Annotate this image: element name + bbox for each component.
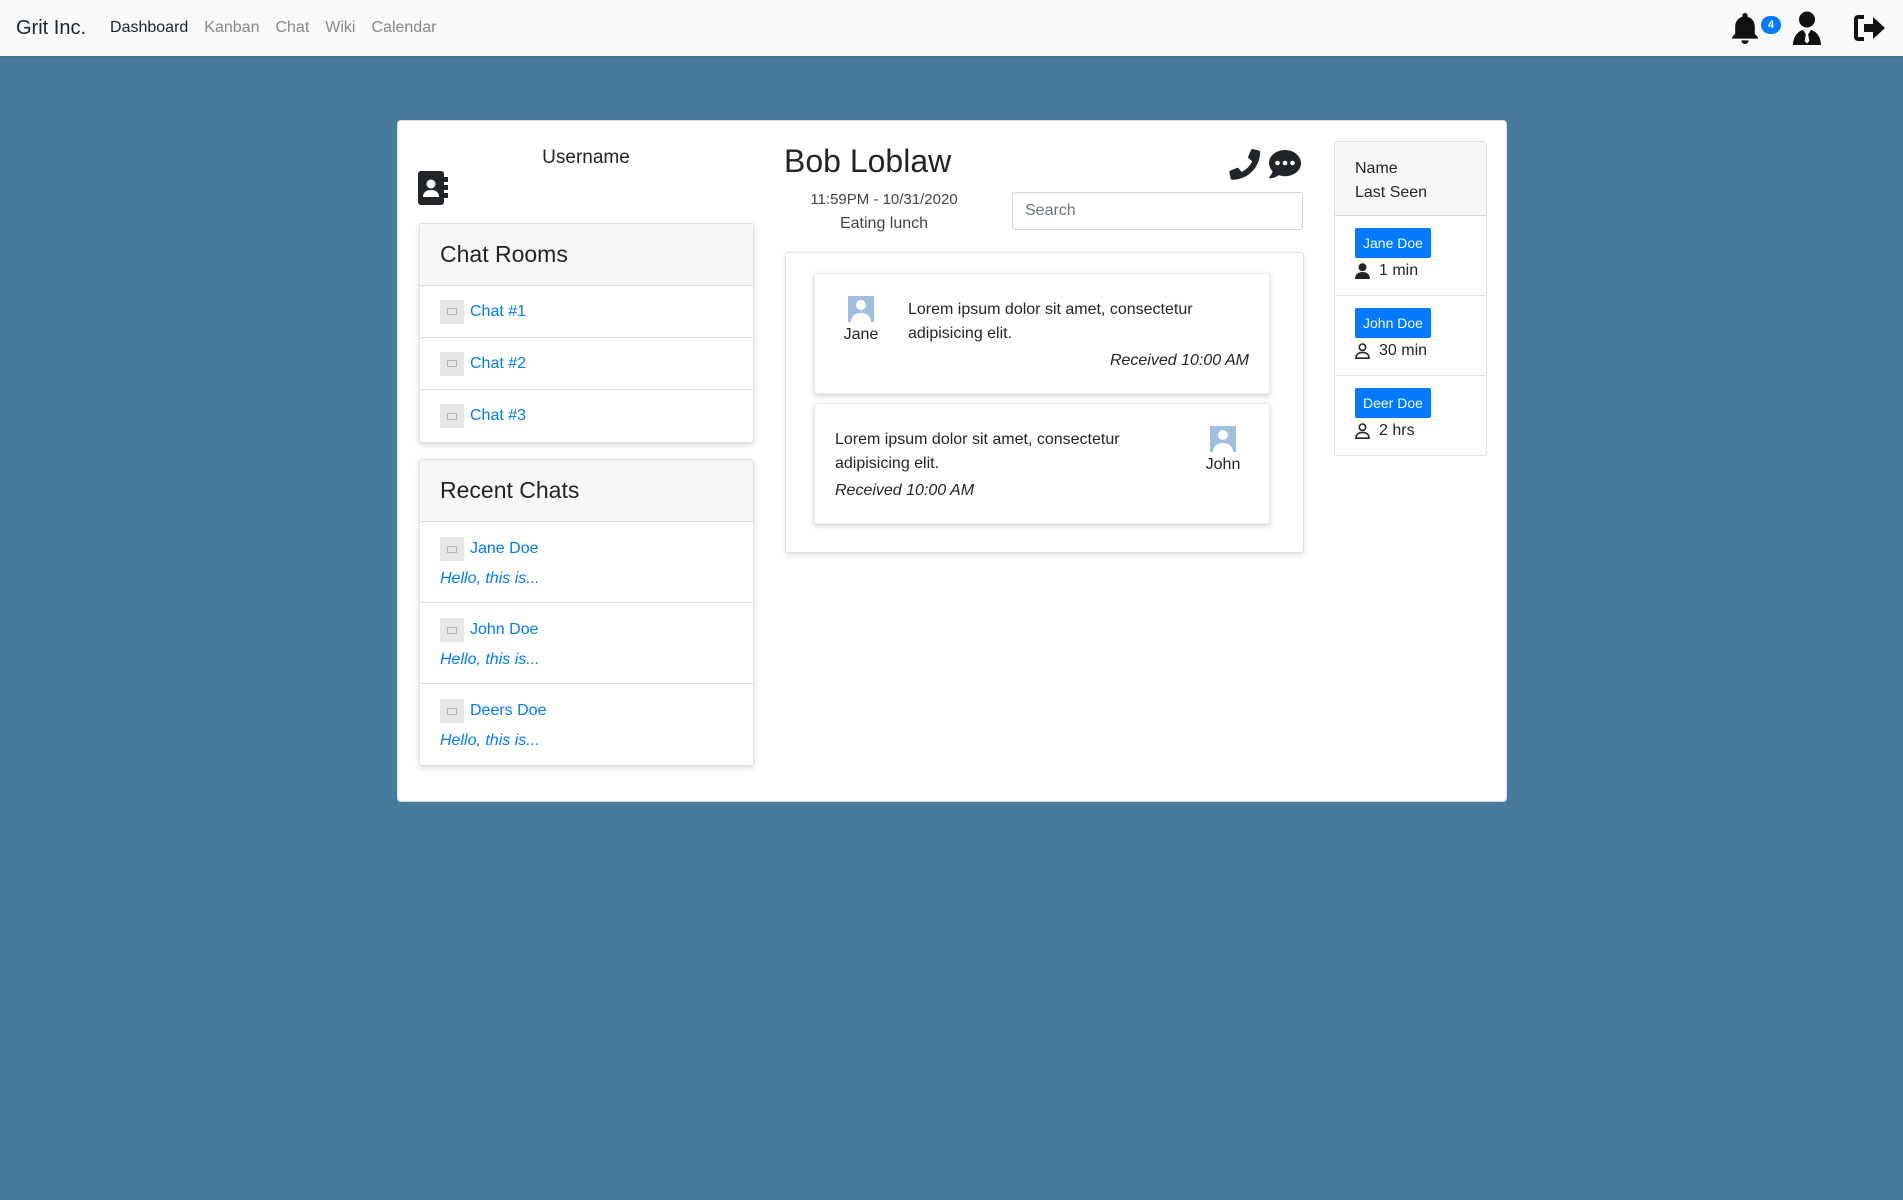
phone-icon[interactable] [1228, 147, 1262, 181]
online-user-row: Deer Doe 2 hrs [1335, 376, 1486, 456]
chat-room-item[interactable]: Chat #2 [420, 338, 753, 390]
bell-icon [1732, 13, 1758, 44]
recent-chat-preview[interactable]: Hello, this is... [440, 570, 733, 588]
user-outline-icon [1355, 343, 1370, 359]
contact-name: Bob Loblaw [784, 143, 952, 179]
recent-chat-preview[interactable]: Hello, this is... [440, 732, 733, 750]
message-received-time: Received 10:00 AM [835, 482, 975, 499]
chat-rooms-card: Chat Rooms Chat #1 Chat #2 Chat #3 [419, 223, 754, 443]
online-user-row: John Doe 30 min [1335, 296, 1486, 376]
user-solid-icon [1355, 263, 1370, 279]
recent-chat-name[interactable]: John Doe [470, 621, 539, 639]
comment-dots-icon[interactable] [1268, 147, 1302, 181]
user-avatar-icon [848, 296, 874, 322]
message-search-input[interactable] [1012, 192, 1303, 230]
username-label: Username [542, 147, 630, 168]
chat-room-link[interactable]: Chat #3 [470, 407, 526, 425]
recent-chat-preview[interactable]: Hello, this is... [440, 651, 733, 669]
online-users-header: Name Last Seen [1335, 142, 1486, 216]
message-received-time: Received 10:00 AM [1109, 352, 1249, 369]
user-avatar-icon [1210, 426, 1236, 452]
contact-thumbnail-icon [440, 699, 464, 723]
logout-button[interactable] [1851, 10, 1887, 46]
user-name-button[interactable]: Jane Doe [1355, 228, 1431, 258]
message-thread: Jane Lorem ipsum dolor sit amet, consect… [785, 252, 1304, 553]
user-name-button[interactable]: Deer Doe [1355, 388, 1431, 418]
chat-room-item[interactable]: Chat #1 [420, 286, 753, 338]
nav-link-dashboard[interactable]: Dashboard [110, 19, 188, 37]
last-seen-text: 1 min [1379, 262, 1419, 279]
contact-thumbnail-icon [440, 537, 464, 561]
column-header-name: Name [1355, 160, 1398, 177]
recent-chats-title: Recent Chats [420, 460, 753, 522]
recent-chat-item[interactable]: Jane Doe Hello, this is... [420, 522, 753, 603]
chat-room-item[interactable]: Chat #3 [420, 390, 753, 442]
nav-link-calendar[interactable]: Calendar [371, 19, 436, 37]
recent-chats-card: Recent Chats Jane Doe Hello, this is... … [419, 459, 754, 766]
contact-status: Eating lunch [839, 215, 929, 232]
brand-logo[interactable]: Grit Inc. [16, 17, 86, 40]
user-tie-icon [1793, 11, 1821, 45]
nav-link-chat[interactable]: Chat [275, 19, 309, 37]
message-text: Lorem ipsum dolor sit amet, consectetur … [835, 431, 1120, 472]
room-thumbnail-icon [440, 404, 464, 428]
message-card: Jane Lorem ipsum dolor sit amet, consect… [814, 273, 1270, 394]
sender-avatar: Jane [831, 296, 891, 344]
last-seen-text: 30 min [1379, 342, 1428, 359]
chat-rooms-title: Chat Rooms [420, 224, 753, 286]
recent-chat-name[interactable]: Jane Doe [470, 540, 539, 558]
contact-timestamp: 11:59PM - 10/31/2020 [810, 191, 958, 208]
address-book-icon[interactable] [418, 171, 448, 205]
recent-chat-item[interactable]: Deers Doe Hello, this is... [420, 684, 753, 765]
user-outline-icon [1355, 423, 1370, 439]
chat-room-link[interactable]: Chat #2 [470, 355, 526, 373]
room-thumbnail-icon [440, 351, 464, 376]
recent-chat-name[interactable]: Deers Doe [470, 702, 546, 720]
column-header-last-seen: Last Seen [1355, 184, 1428, 201]
message-text: Lorem ipsum dolor sit amet, consectetur … [908, 301, 1193, 342]
notifications-button[interactable]: 4 [1727, 10, 1781, 46]
room-thumbnail-icon [440, 299, 464, 324]
sign-out-icon [1854, 15, 1885, 41]
nav-link-kanban[interactable]: Kanban [204, 19, 259, 37]
profile-button[interactable] [1789, 10, 1825, 46]
navbar-actions: 4 [1701, 0, 1887, 56]
chat-panel: Username Chat Rooms Chat #1 Chat #2 Chat… [397, 120, 1507, 802]
sender-name: Jane [843, 326, 879, 343]
online-users-panel: Name Last Seen Jane Doe 1 min John Doe 3… [1334, 141, 1487, 456]
sender-name: John [1205, 456, 1241, 473]
user-name-button[interactable]: John Doe [1355, 308, 1431, 338]
navbar: Grit Inc. Dashboard Kanban Chat Wiki Cal… [0, 0, 1903, 56]
online-user-row: Jane Doe 1 min [1335, 216, 1486, 296]
sender-avatar: John [1193, 426, 1253, 474]
nav-link-wiki[interactable]: Wiki [325, 19, 355, 37]
recent-chat-item[interactable]: John Doe Hello, this is... [420, 603, 753, 684]
chat-room-link[interactable]: Chat #1 [470, 303, 526, 321]
message-card: Lorem ipsum dolor sit amet, consectetur … [814, 403, 1270, 524]
notification-count-badge: 4 [1761, 16, 1781, 34]
contact-thumbnail-icon [440, 618, 464, 642]
last-seen-text: 2 hrs [1379, 422, 1415, 439]
